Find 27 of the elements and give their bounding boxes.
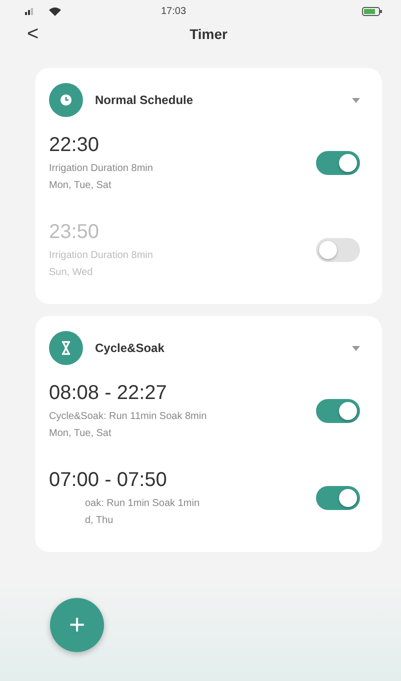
hourglass-icon	[49, 331, 83, 365]
schedule-days: Mon, Tue, Sat	[49, 428, 112, 439]
caret-icon[interactable]	[352, 346, 360, 350]
toggle-switch[interactable]	[316, 486, 360, 510]
clock-icon	[49, 83, 83, 117]
schedule-detail: Irrigation Duration 8min	[49, 163, 153, 174]
schedule-time: 08:08 - 22:27	[49, 382, 167, 405]
schedule-detail: Irrigation Duration 8min	[49, 250, 153, 261]
caret-icon[interactable]	[352, 98, 360, 102]
status-time: 17:03	[161, 6, 188, 16]
toggle-switch[interactable]	[316, 398, 360, 422]
back-button[interactable]: <	[23, 22, 43, 46]
schedule-time: 22:30	[49, 134, 100, 157]
schedule-detail: oak: Run 1min Soak 1min	[84, 498, 200, 509]
battery-icon	[362, 6, 382, 16]
schedule-days: Mon, Tue, Sat	[49, 180, 112, 191]
schedule-days: Sun, Wed	[49, 267, 93, 278]
wifi-icon	[49, 6, 61, 16]
group-title: Cycle&Soak	[95, 341, 166, 355]
schedule-detail: Cycle&Soak: Run 11min Soak 8min	[49, 411, 207, 422]
group-title: Normal Schedule	[95, 93, 194, 107]
schedule-time: 07:00 - 07:50	[49, 469, 167, 492]
schedule-time: 23:50	[49, 221, 100, 244]
schedule-days: d, Thu	[49, 515, 114, 526]
toggle-switch[interactable]	[316, 150, 360, 174]
toggle-switch[interactable]	[316, 238, 360, 262]
page-title: Timer	[190, 26, 228, 42]
